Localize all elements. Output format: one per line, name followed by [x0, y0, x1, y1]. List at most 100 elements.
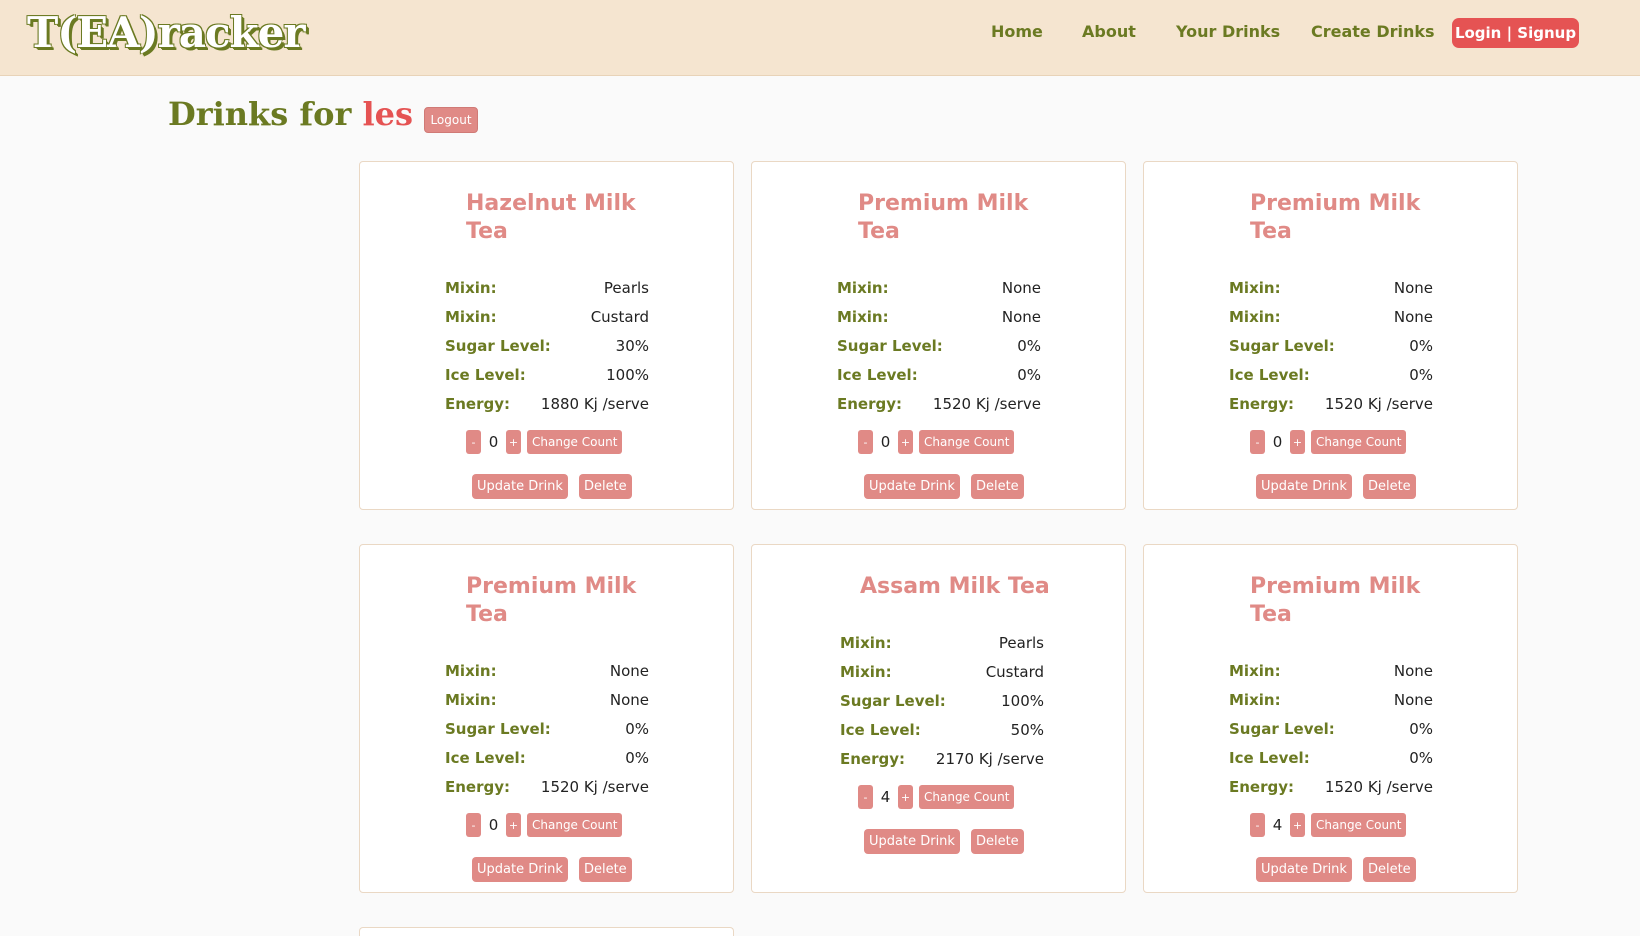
decrement-button[interactable]: - — [1250, 813, 1265, 837]
sugar-row: Sugar Level: 100% — [840, 687, 1044, 716]
decrement-button[interactable]: - — [858, 785, 873, 809]
card-actions: Update Drink Delete — [1256, 857, 1427, 882]
ice-label: Ice Level: — [837, 366, 918, 384]
mixin-row: Mixin: Pearls — [445, 274, 649, 303]
sugar-label: Sugar Level: — [1229, 337, 1335, 355]
ice-label: Ice Level: — [1229, 366, 1310, 384]
update-drink-button[interactable]: Update Drink — [472, 857, 568, 882]
energy-value: 1520 Kj /serve — [540, 778, 649, 796]
drink-name: Premium Milk Tea — [466, 574, 637, 627]
drink-details: Mixin: Pearls Mixin: Custard Sugar Level: 3… — [445, 274, 649, 419]
delete-button[interactable]: Delete — [578, 474, 632, 499]
ice-value: 0% — [1409, 366, 1433, 384]
drink-name: Premium Milk Tea — [858, 191, 1029, 244]
sugar-row: Sugar Level: 0% — [1229, 715, 1433, 744]
change-count-button[interactable]: Change Count — [527, 813, 623, 837]
energy-value: 1880 Kj /serve — [540, 395, 649, 413]
sugar-value: 0% — [1409, 337, 1433, 355]
mixin-label: Mixin: — [1229, 279, 1281, 297]
mixin-row: Mixin: None — [445, 657, 649, 686]
decrement-button[interactable]: - — [858, 430, 873, 454]
drink-name: Premium Milk Tea — [1250, 574, 1421, 627]
energy-row: Energy: 2170 Kj /serve — [840, 745, 1044, 774]
ice-label: Ice Level: — [840, 721, 921, 739]
change-count-button[interactable]: Change Count — [1311, 813, 1407, 837]
ice-label: Ice Level: — [1229, 749, 1310, 767]
mixin-value: None — [1393, 662, 1433, 680]
logout-button[interactable]: Logout — [424, 107, 478, 133]
change-count-button[interactable]: Change Count — [919, 785, 1015, 809]
delete-button[interactable]: Delete — [970, 829, 1024, 854]
drink-card: Premium Milk Tea Mixin: None Mixin: None S… — [1143, 544, 1518, 893]
increment-button[interactable]: + — [1290, 813, 1305, 837]
mixin-value: Pearls — [603, 279, 649, 297]
nav-your-drinks[interactable]: Your Drinks — [1176, 22, 1280, 41]
mixin-value: None — [1001, 279, 1041, 297]
change-count-button[interactable]: Change Count — [1311, 430, 1407, 454]
sugar-value: 100% — [1001, 692, 1044, 710]
login-signup-button[interactable]: Login | Signup — [1452, 18, 1579, 48]
delete-button[interactable]: Delete — [1362, 857, 1416, 882]
decrement-button[interactable]: - — [466, 430, 481, 454]
card-actions: Update Drink Delete — [472, 857, 643, 882]
drink-card: Assam Milk Tea Mixin: Pearls Mixin: Custar… — [751, 544, 1126, 893]
nav-create-drinks[interactable]: Create Drinks — [1311, 22, 1435, 41]
count-stepper: - 4 + Change Count — [858, 785, 1015, 809]
ice-row: Ice Level: 0% — [445, 744, 649, 773]
change-count-button[interactable]: Change Count — [527, 430, 623, 454]
brand-logo[interactable]: T(EA)racker — [27, 8, 305, 58]
count-stepper: - 4 + Change Count — [1250, 813, 1407, 837]
ice-row: Ice Level: 0% — [1229, 361, 1433, 390]
ice-value: 0% — [1017, 366, 1041, 384]
ice-value: 0% — [1409, 749, 1433, 767]
energy-row: Energy: 1520 Kj /serve — [1229, 390, 1433, 419]
mixin-row: Mixin: Pearls — [840, 629, 1044, 658]
page-title-username: les — [362, 95, 413, 133]
drink-card-partial — [359, 927, 734, 936]
ice-value: 0% — [625, 749, 649, 767]
mixin-value: None — [609, 691, 649, 709]
ice-row: Ice Level: 100% — [445, 361, 649, 390]
nav-home[interactable]: Home — [991, 22, 1043, 41]
card-actions: Update Drink Delete — [864, 474, 1035, 499]
sugar-label: Sugar Level: — [837, 337, 943, 355]
decrement-button[interactable]: - — [466, 813, 481, 837]
energy-label: Energy: — [445, 395, 511, 413]
mixin-value: None — [609, 662, 649, 680]
update-drink-button[interactable]: Update Drink — [1256, 857, 1352, 882]
increment-button[interactable]: + — [898, 430, 913, 454]
decrement-button[interactable]: - — [1250, 430, 1265, 454]
count-value: 0 — [880, 433, 891, 451]
sugar-row: Sugar Level: 0% — [1229, 332, 1433, 361]
sugar-value: 0% — [625, 720, 649, 738]
mixin-label: Mixin: — [837, 308, 889, 326]
increment-button[interactable]: + — [506, 813, 521, 837]
ice-row: Ice Level: 0% — [1229, 744, 1433, 773]
nav-about[interactable]: About — [1082, 22, 1136, 41]
increment-button[interactable]: + — [506, 430, 521, 454]
drink-details: Mixin: None Mixin: None Sugar Level: 0% Ice… — [1229, 657, 1433, 802]
mixin-value: None — [1393, 279, 1433, 297]
delete-button[interactable]: Delete — [578, 857, 632, 882]
update-drink-button[interactable]: Update Drink — [864, 474, 960, 499]
change-count-button[interactable]: Change Count — [919, 430, 1015, 454]
increment-button[interactable]: + — [1290, 430, 1305, 454]
mixin-label: Mixin: — [445, 691, 497, 709]
count-stepper: - 0 + Change Count — [1250, 430, 1407, 454]
mixin-row: Mixin: None — [445, 686, 649, 715]
drink-details: Mixin: None Mixin: None Sugar Level: 0% Ice… — [837, 274, 1041, 419]
drink-details: Mixin: Pearls Mixin: Custard Sugar Level: 1… — [840, 629, 1044, 774]
update-drink-button[interactable]: Update Drink — [472, 474, 568, 499]
drink-name: Assam Milk Tea — [860, 574, 1050, 599]
delete-button[interactable]: Delete — [970, 474, 1024, 499]
mixin-row: Mixin: None — [837, 274, 1041, 303]
mixin-label: Mixin: — [1229, 308, 1281, 326]
sugar-row: Sugar Level: 0% — [837, 332, 1041, 361]
drink-name: Hazelnut Milk Tea — [466, 191, 636, 244]
mixin-row: Mixin: Custard — [445, 303, 649, 332]
sugar-label: Sugar Level: — [840, 692, 946, 710]
delete-button[interactable]: Delete — [1362, 474, 1416, 499]
update-drink-button[interactable]: Update Drink — [1256, 474, 1352, 499]
increment-button[interactable]: + — [898, 785, 913, 809]
update-drink-button[interactable]: Update Drink — [864, 829, 960, 854]
